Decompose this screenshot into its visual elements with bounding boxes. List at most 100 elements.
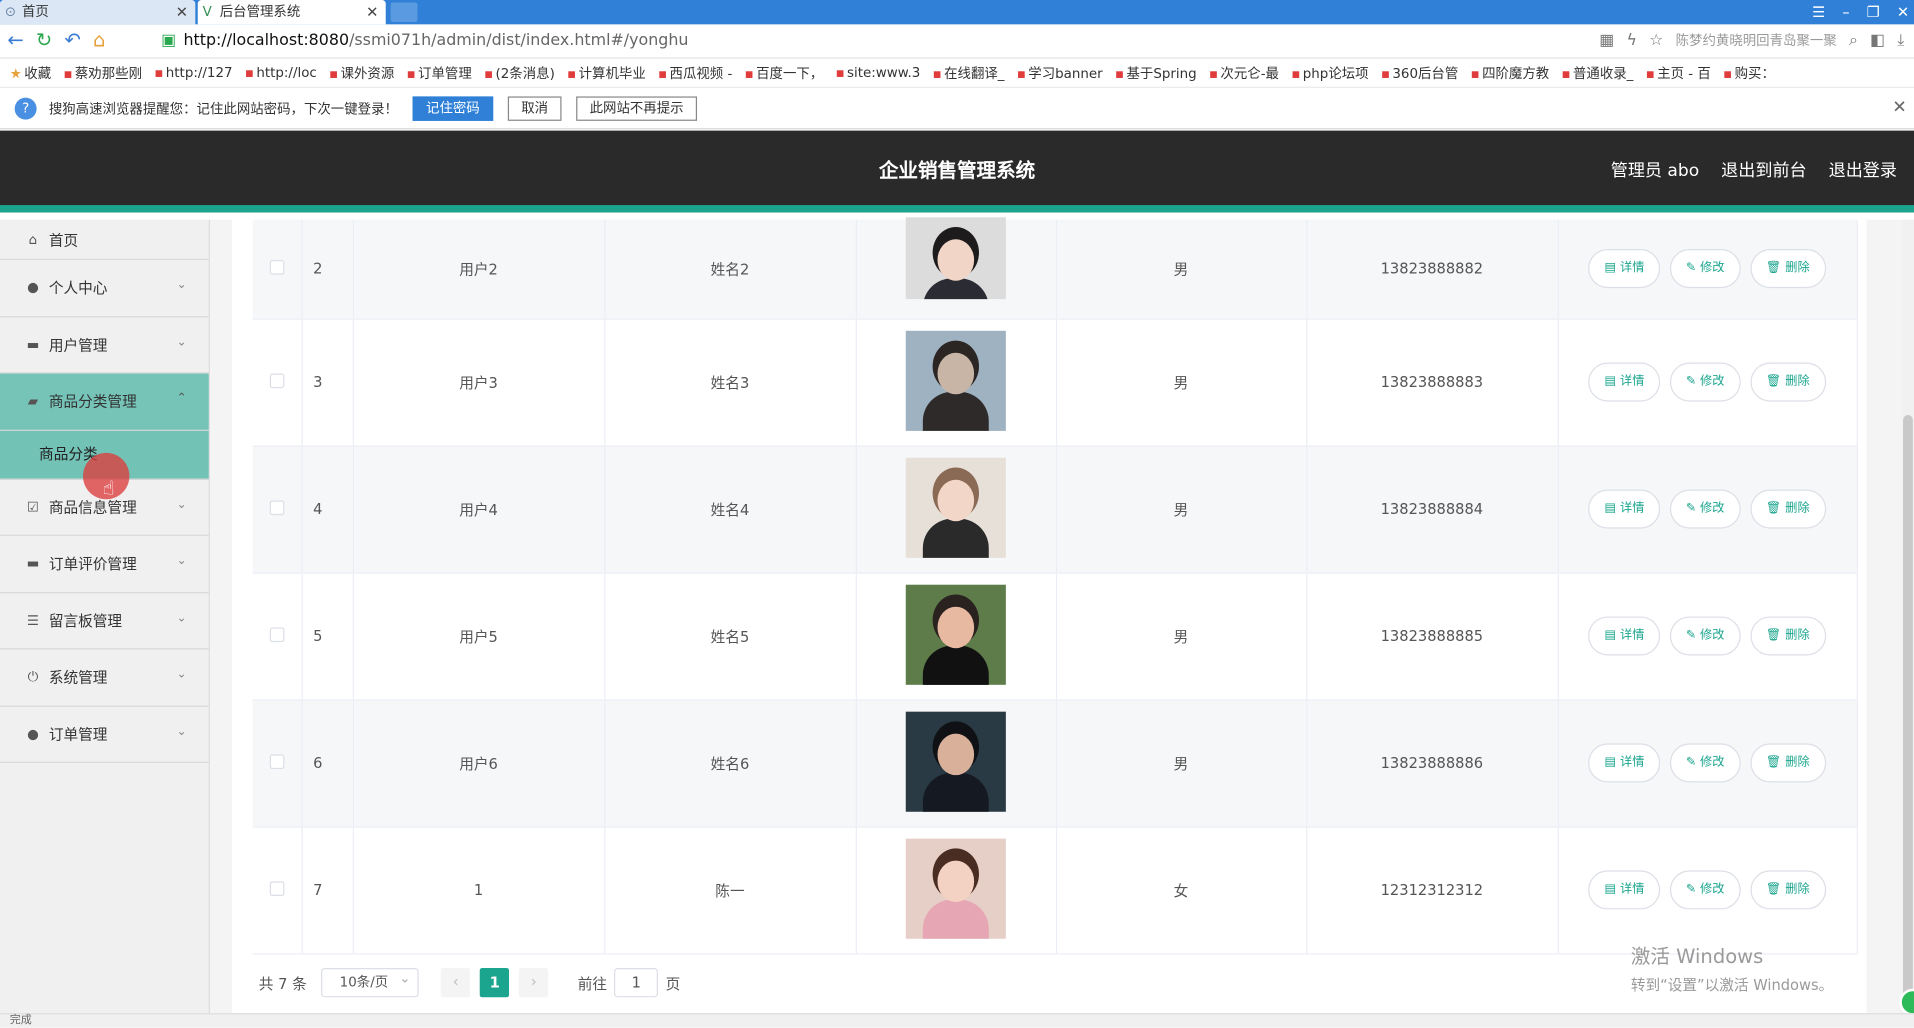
- prev-page-button[interactable]: ‹: [440, 968, 471, 998]
- page-number-current[interactable]: 1: [480, 968, 510, 998]
- never-for-site-button[interactable]: 此网站不再提示: [576, 95, 698, 121]
- detail-button[interactable]: ▤ 详情: [1588, 249, 1661, 289]
- delete-button[interactable]: 🗑 删除: [1750, 249, 1826, 289]
- bookmark-item[interactable]: ▪ http://127: [154, 65, 232, 81]
- page-size-select[interactable]: 10条/页: [321, 966, 420, 998]
- delete-button[interactable]: 🗑 删除: [1750, 743, 1826, 783]
- bookmark-item[interactable]: ▪ php论坛项: [1291, 63, 1368, 83]
- edit-button[interactable]: ✎ 修改: [1670, 616, 1741, 656]
- sidebar-item-3[interactable]: ▰ 商品分类管理 ⌃: [0, 373, 209, 431]
- home-icon[interactable]: ⌂: [93, 28, 105, 51]
- delete-button[interactable]: 🗑 删除: [1750, 616, 1826, 656]
- close-icon[interactable]: ✕: [176, 0, 188, 24]
- bookmark-item[interactable]: ▪ 主页 - 百: [1646, 63, 1711, 83]
- next-page-button[interactable]: ›: [519, 968, 549, 998]
- bookmark-item[interactable]: ▪ 在线翻译_: [933, 63, 1005, 83]
- grid-icon[interactable]: ▦: [1599, 29, 1614, 53]
- bookmark-item[interactable]: ▪ 百度一下，: [745, 63, 824, 83]
- sidebar-item-7[interactable]: ⏻ 系统管理 ⌄: [0, 649, 209, 707]
- scrollbar[interactable]: [1901, 219, 1914, 1014]
- bookmark-item[interactable]: ▪ site:www.3: [835, 65, 920, 81]
- sidebar-item-2[interactable]: ▬ 用户管理 ⌄: [0, 317, 209, 374]
- bookmark-item[interactable]: ▪ (2条消息): [484, 63, 555, 83]
- goto-page-input[interactable]: 1: [614, 968, 659, 998]
- bookmark-item[interactable]: ▪ 次元仑-最: [1209, 63, 1279, 83]
- lightning-icon[interactable]: ϟ: [1627, 29, 1637, 53]
- search-suggestion[interactable]: 陈梦约黄晓明回青岛聚一聚: [1676, 29, 1837, 53]
- detail-button[interactable]: ▤ 详情: [1588, 489, 1661, 529]
- undo-icon[interactable]: ↶: [64, 28, 80, 51]
- detail-button[interactable]: ▤ 详情: [1588, 743, 1661, 783]
- star-icon[interactable]: ☆: [1649, 29, 1663, 53]
- bookmark-item[interactable]: ▪ 订单管理: [406, 63, 471, 83]
- delete-button[interactable]: 🗑 删除: [1750, 489, 1826, 529]
- delete-button[interactable]: 🗑 删除: [1750, 870, 1826, 910]
- bookmark-item[interactable]: ▪ 基于Spring: [1115, 63, 1197, 83]
- sidebar-item-8[interactable]: ● 订单管理 ⌄: [0, 706, 209, 763]
- to-front-link[interactable]: 退出到前台: [1721, 131, 1806, 212]
- chevron-down-icon: ⌄: [176, 278, 187, 292]
- extension-icon[interactable]: ◧: [1870, 29, 1885, 53]
- logout-link[interactable]: 退出登录: [1829, 131, 1897, 212]
- back-icon[interactable]: ←: [7, 28, 23, 51]
- bookmark-item[interactable]: ▪ 普通收录_: [1561, 63, 1633, 83]
- sidebar-item-5[interactable]: ▬ 订单评价管理 ⌄: [0, 536, 209, 593]
- download-icon[interactable]: ⤓: [1897, 29, 1904, 53]
- bookmark-item[interactable]: ▪ 学习banner: [1017, 63, 1103, 83]
- remember-password-button[interactable]: 记住密码: [412, 95, 494, 121]
- row-checkbox[interactable]: [269, 259, 285, 275]
- bookmark-item[interactable]: ▪ 360后台管: [1381, 63, 1458, 83]
- row-checkbox[interactable]: [269, 880, 285, 896]
- tab-home[interactable]: ⊙ 首页 ✕: [0, 0, 196, 25]
- row-checkbox[interactable]: [269, 499, 285, 515]
- cell-name: 姓名5: [604, 572, 857, 700]
- avatar: [905, 330, 1006, 431]
- close-icon[interactable]: ✕: [366, 0, 378, 24]
- minimize-icon[interactable]: –: [1842, 0, 1849, 24]
- close-icon[interactable]: ✕: [1897, 0, 1909, 24]
- bookmark-icon: ▪: [1723, 65, 1733, 82]
- sidebar-item-4[interactable]: ☑ 商品信息管理 ⌄: [0, 479, 209, 536]
- restore-icon[interactable]: ❐: [1867, 0, 1880, 24]
- avatar-body: [922, 518, 989, 558]
- bookmark-item[interactable]: ★ 收藏: [10, 63, 51, 83]
- bookmark-item[interactable]: ▪ http://loc: [245, 65, 317, 81]
- sidebar-item-0[interactable]: ⌂ 首页: [0, 220, 209, 261]
- row-checkbox[interactable]: [269, 372, 285, 388]
- bookmark-item[interactable]: ▪ 计算机毕业: [567, 63, 646, 83]
- cancel-button[interactable]: 取消: [507, 95, 562, 121]
- delete-button[interactable]: 🗑 删除: [1750, 362, 1826, 402]
- bookmark-item[interactable]: ▪ 蔡劝那些刚: [63, 63, 142, 83]
- bookmark-item[interactable]: ▪ 课外资源: [329, 63, 394, 83]
- detail-button[interactable]: ▤ 详情: [1588, 362, 1661, 402]
- tab-admin[interactable]: V 后台管理系统 ✕: [197, 0, 386, 25]
- scroll-thumb[interactable]: [1903, 415, 1913, 1001]
- sidebar-subitem-category[interactable]: 商品分类 ☝: [0, 430, 209, 499]
- edit-button[interactable]: ✎ 修改: [1670, 249, 1741, 289]
- row-index: 7: [301, 826, 354, 954]
- avatar-body: [922, 391, 989, 431]
- close-icon[interactable]: ✕: [1892, 98, 1906, 118]
- bookmark-item[interactable]: ▪ 购买：: [1723, 63, 1775, 83]
- edit-button[interactable]: ✎ 修改: [1670, 743, 1741, 783]
- sidebar-item-1[interactable]: ● 个人中心 ⌄: [0, 260, 209, 317]
- search-icon[interactable]: ⌕: [1849, 29, 1858, 53]
- edit-button[interactable]: ✎ 修改: [1670, 489, 1741, 529]
- new-tab-button[interactable]: [390, 2, 418, 22]
- bookmark-item[interactable]: ▪ 四阶魔方教: [1471, 63, 1550, 83]
- cell-gender: 男: [1055, 219, 1307, 319]
- url-field[interactable]: ▣ http://localhost:8080/ssmi071h/admin/di…: [161, 29, 1609, 53]
- detail-button[interactable]: ▤ 详情: [1588, 870, 1661, 910]
- row-checkbox[interactable]: [269, 753, 285, 769]
- sidebar-item-6[interactable]: ☰ 留言板管理 ⌄: [0, 593, 209, 650]
- refresh-icon[interactable]: ↻: [36, 28, 52, 51]
- edit-button[interactable]: ✎ 修改: [1670, 870, 1741, 910]
- bookmark-icon: ▪: [1208, 65, 1218, 82]
- row-checkbox[interactable]: [269, 626, 285, 642]
- row-index: 5: [301, 572, 354, 700]
- cell-phone: 13823888884: [1306, 445, 1559, 573]
- bookmark-item[interactable]: ▪ 西瓜视频 -: [658, 63, 732, 83]
- menu-icon[interactable]: ☰: [1812, 0, 1825, 24]
- edit-button[interactable]: ✎ 修改: [1670, 362, 1741, 402]
- detail-button[interactable]: ▤ 详情: [1588, 616, 1661, 656]
